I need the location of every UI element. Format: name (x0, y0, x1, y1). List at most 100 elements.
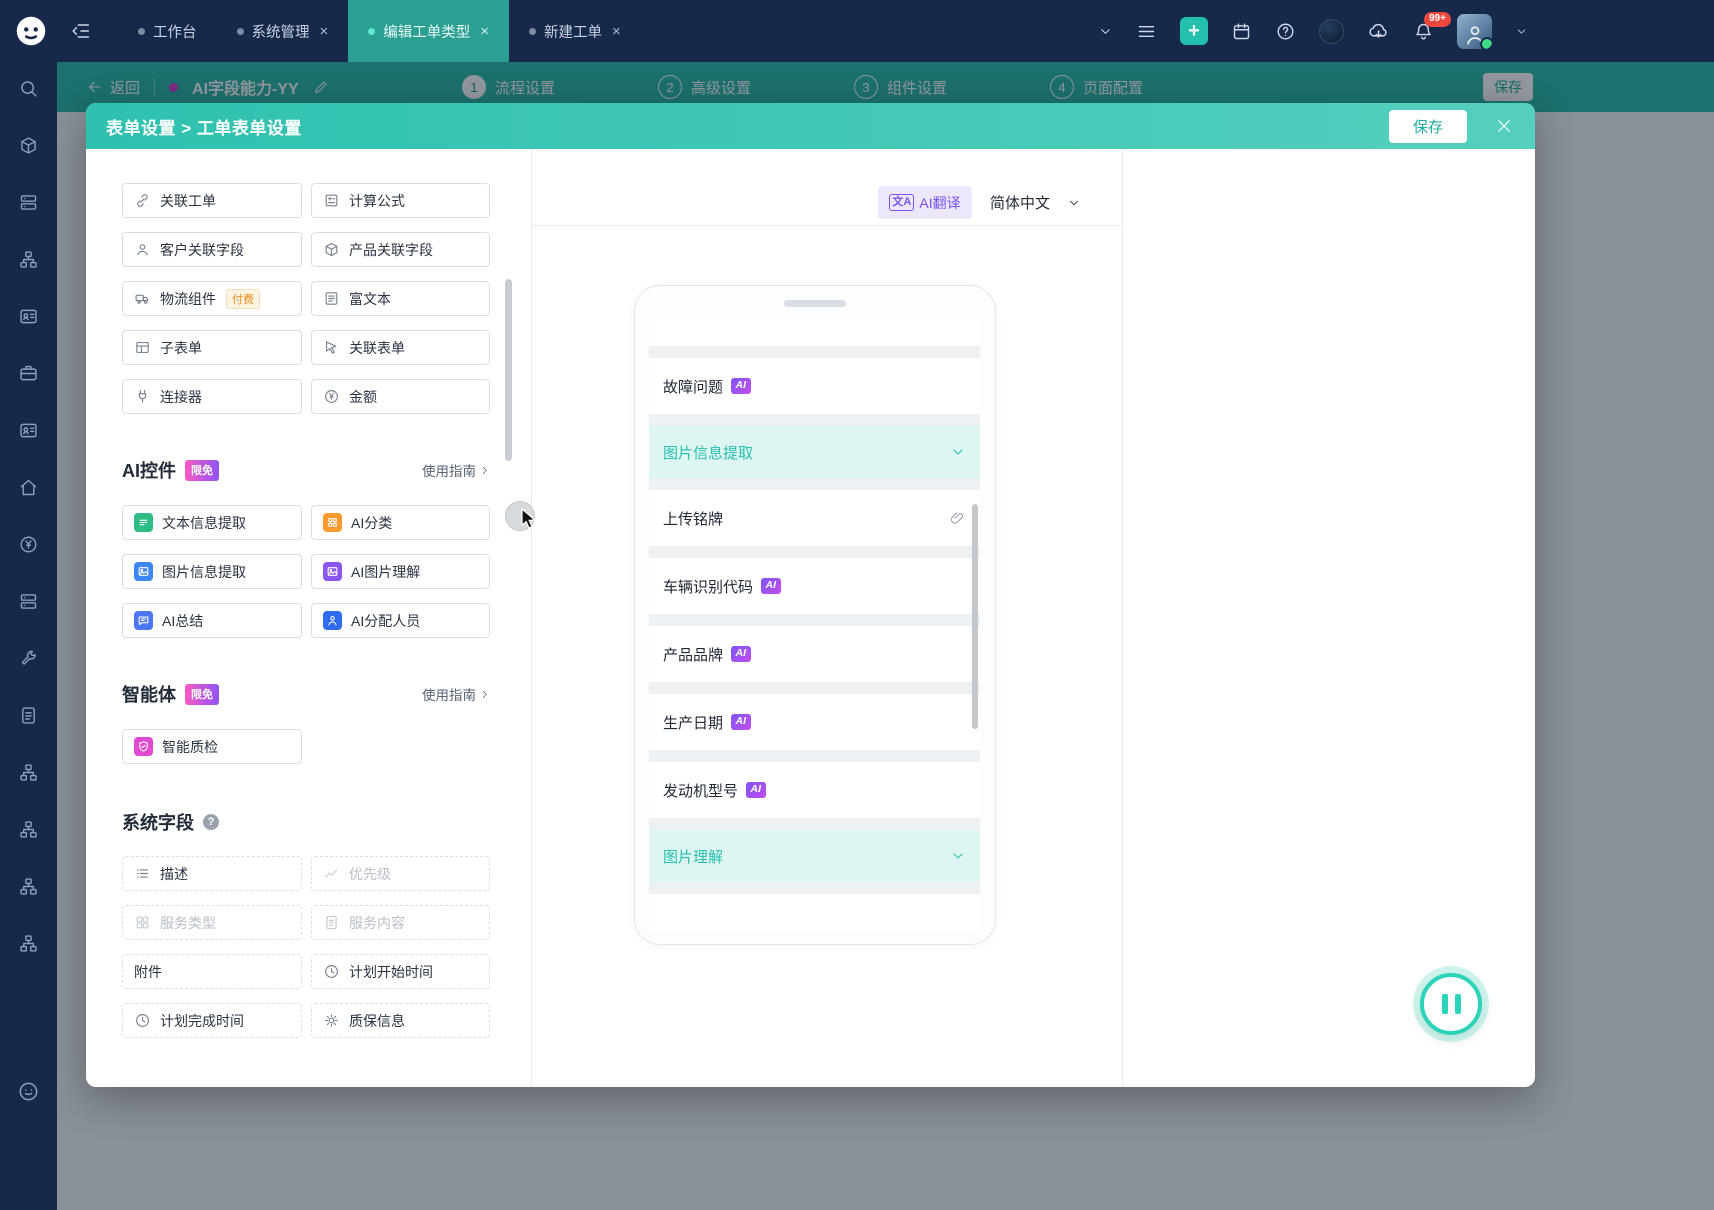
field-formula[interactable]: 计算公式 (311, 183, 490, 218)
field-related-ticket[interactable]: 关联工单 (122, 183, 302, 218)
field-text-extract[interactable]: 文本信息提取 (122, 505, 302, 540)
close-tab-icon[interactable]: × (612, 23, 621, 40)
collapse-sidebar-icon[interactable] (70, 20, 92, 42)
system-fields-grid: 描述 优先级 服务类型 服务内容 附件 计划开始时间 计划完成时间 质保信息 (122, 856, 490, 1038)
field-attachment[interactable]: 附件 (122, 954, 302, 989)
module-doc-icon[interactable] (18, 705, 39, 726)
notifications-bell[interactable]: 99+ (1413, 11, 1451, 42)
module-idcard-icon[interactable] (18, 420, 39, 441)
usage-guide-link[interactable]: 使用指南 (422, 684, 490, 704)
support-smile-icon[interactable] (17, 1080, 40, 1103)
field-label: 服务内容 (349, 914, 405, 931)
chevron-down-icon[interactable] (1515, 25, 1528, 38)
paperclip-icon[interactable] (949, 510, 966, 527)
preview-field-vin[interactable]: 车辆识别代码 AI (649, 558, 980, 614)
link-icon (134, 192, 151, 209)
close-tab-icon[interactable]: × (480, 23, 489, 40)
field-ai-summary[interactable]: AI总结 (122, 603, 302, 638)
field-product-related[interactable]: 产品关联字段 (311, 232, 490, 267)
close-icon[interactable] (1495, 117, 1513, 135)
pause-bar (1454, 994, 1461, 1014)
module-box-icon[interactable] (18, 135, 39, 156)
module-org-icon[interactable] (18, 933, 39, 954)
ai-badge: AI (731, 714, 751, 730)
ai-translate-button[interactable]: 文A AI翻译 (878, 186, 972, 219)
chevron-down-icon[interactable] (1098, 24, 1113, 39)
tab-system-admin[interactable]: 系统管理 × (217, 0, 349, 62)
create-new-button[interactable]: + (1180, 17, 1208, 45)
user-avatar[interactable] (1457, 13, 1492, 49)
field-label: 发动机型号 (663, 782, 739, 800)
chevron-down-icon[interactable] (950, 848, 966, 864)
preview-field-engine-model[interactable]: 发动机型号 AI (649, 762, 980, 818)
tab-workbench[interactable]: 工作台 (118, 0, 217, 62)
field-customer-related[interactable]: 客户关联字段 (122, 232, 302, 267)
formula-icon (323, 192, 340, 209)
tab-edit-ticket-type[interactable]: 编辑工单类型 × (348, 0, 510, 62)
modal-header: 表单设置 > 工单表单设置 保存 (86, 103, 1535, 149)
agent-section-header: 智能体 限免 使用指南 (122, 681, 490, 707)
module-org-icon[interactable] (18, 249, 39, 270)
field-label: 子表单 (160, 339, 202, 356)
panel-divider (1122, 149, 1123, 1087)
preview-field-fault-question[interactable]: 故障问题 AI (649, 358, 980, 414)
field-warranty-info[interactable]: 质保信息 (311, 1003, 490, 1038)
chevron-down-icon[interactable] (950, 444, 966, 460)
cloud-download-icon[interactable] (1367, 20, 1390, 43)
preview-scrollbar[interactable] (972, 504, 978, 729)
assistant-orb-icon[interactable] (1319, 18, 1344, 44)
mobile-preview: 故障问题 AI 图片信息提取 上传铭牌 车辆识别代码 AI 产品品牌 AI 生产… (634, 285, 996, 945)
quality-shield-icon (134, 737, 153, 756)
tab-new-ticket[interactable]: 新建工单 × (509, 0, 641, 62)
module-org-icon[interactable] (18, 819, 39, 840)
module-briefcase-icon[interactable] (18, 363, 39, 384)
field-ai-assign[interactable]: AI分配人员 (311, 603, 490, 638)
section-title: AI控件 (122, 461, 176, 481)
field-planned-finish[interactable]: 计划完成时间 (122, 1003, 302, 1038)
usage-guide-link[interactable]: 使用指南 (422, 460, 490, 480)
field-logistics[interactable]: 物流组件 付费 (122, 281, 302, 316)
module-tools-icon[interactable] (18, 648, 39, 669)
help-icon[interactable] (1275, 21, 1296, 42)
field-description[interactable]: 描述 (122, 856, 302, 891)
app-logo[interactable] (9, 9, 53, 53)
preview-field-product-brand[interactable]: 产品品牌 AI (649, 626, 980, 682)
gear-icon (323, 1012, 340, 1029)
field-label: 关联表单 (349, 339, 405, 356)
close-tab-icon[interactable]: × (320, 23, 329, 40)
preview-group-image-extract[interactable]: 图片信息提取 (649, 426, 980, 478)
field-smart-qc[interactable]: 智能质检 (122, 729, 302, 764)
preview-field-upload-nameplate[interactable]: 上传铭牌 (649, 490, 980, 546)
field-subform[interactable]: 子表单 (122, 330, 302, 365)
menu-icon[interactable] (1136, 21, 1157, 42)
module-card-icon[interactable] (18, 306, 39, 327)
field-ai-image-understand[interactable]: AI图片理解 (311, 554, 490, 589)
module-org-icon[interactable] (18, 762, 39, 783)
preview-group-image-understand[interactable]: 图片理解 (649, 830, 980, 882)
module-server-icon[interactable] (18, 591, 39, 612)
recording-pause-button[interactable] (1420, 973, 1482, 1035)
field-related-form[interactable]: 关联表单 (311, 330, 490, 365)
tab-bar: 工作台 系统管理 × 编辑工单类型 × 新建工单 × (118, 0, 641, 62)
group-label: 图片信息提取 (663, 444, 754, 462)
search-icon[interactable] (18, 78, 39, 99)
field-image-extract[interactable]: 图片信息提取 (122, 554, 302, 589)
image-extract-icon (134, 562, 153, 581)
summary-icon (134, 611, 153, 630)
field-connector[interactable]: 连接器 (122, 379, 302, 414)
field-planned-start[interactable]: 计划开始时间 (311, 954, 490, 989)
module-home-icon[interactable] (18, 477, 39, 498)
palette-scrollbar[interactable] (505, 279, 512, 461)
phone-handle (784, 300, 846, 307)
module-package-icon[interactable] (18, 192, 39, 213)
language-select[interactable]: 简体中文 (990, 186, 1081, 219)
field-amount[interactable]: 金额 (311, 379, 490, 414)
module-org-icon[interactable] (18, 876, 39, 897)
calendar-icon[interactable] (1231, 21, 1252, 42)
field-ai-classify[interactable]: AI分类 (311, 505, 490, 540)
save-button[interactable]: 保存 (1389, 109, 1467, 143)
preview-field-production-date[interactable]: 生产日期 AI (649, 694, 980, 750)
module-finance-icon[interactable] (18, 534, 39, 555)
help-icon[interactable]: ? (203, 814, 219, 830)
field-richtext[interactable]: 富文本 (311, 281, 490, 316)
